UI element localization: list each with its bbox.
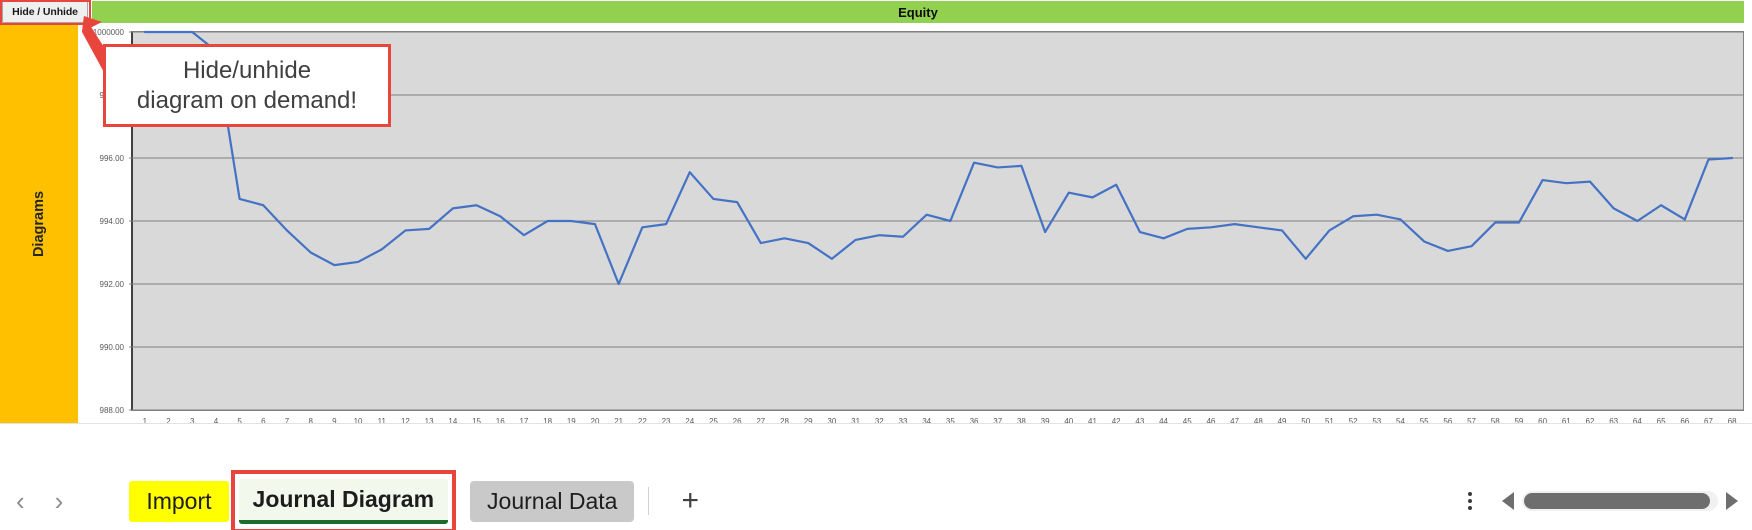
diagrams-sidebar-label: Diagrams — [31, 190, 47, 258]
prev-sheet-icon[interactable]: ‹ — [16, 488, 25, 514]
sheet-nav-arrows: ‹ › — [16, 488, 63, 514]
y-axis-tick-label: 988.00 — [100, 406, 125, 415]
scroll-left-icon[interactable] — [1502, 492, 1514, 510]
add-sheet-button[interactable]: + — [673, 486, 707, 516]
y-axis-tick-label: 996.00 — [100, 154, 125, 163]
chart-title-bar: Equity — [92, 1, 1744, 23]
sheet-tabs: Import Journal Diagram Journal Data + — [129, 469, 707, 530]
tab-divider — [648, 487, 650, 515]
y-axis-tick-label: 990.00 — [100, 343, 125, 352]
sheet-tab-journal-diagram[interactable]: Journal Diagram — [238, 478, 449, 524]
y-axis-tick-label: 992.00 — [100, 280, 125, 289]
callout-line-1: Hide/unhide — [182, 57, 312, 85]
sheet-tab-bar: ‹ › Import Journal Diagram Journal Data … — [0, 423, 1752, 530]
horizontal-scrollbar[interactable] — [1502, 491, 1738, 511]
callout-line-2: diagram on demand! — [136, 86, 358, 114]
tabbar-right-controls — [1460, 486, 1738, 516]
excel-diagram-window: Hide / Unhide Equity Diagrams 1000000998… — [0, 0, 1752, 530]
sheet-tab-import[interactable]: Import — [129, 480, 229, 522]
scrollbar-track[interactable] — [1522, 491, 1718, 511]
next-sheet-icon[interactable]: › — [55, 488, 64, 514]
active-tab-wrapper: Journal Diagram — [230, 469, 457, 530]
diagrams-sidebar[interactable]: Diagrams — [0, 25, 78, 423]
scrollbar-thumb[interactable] — [1524, 493, 1710, 509]
top-strip: Hide / Unhide Equity — [0, 0, 1752, 25]
hide-unhide-button[interactable]: Hide / Unhide — [2, 1, 88, 23]
sheet-tab-journal-data[interactable]: Journal Data — [470, 480, 635, 522]
more-options-icon[interactable] — [1460, 486, 1480, 516]
y-axis-tick-label: 994.00 — [100, 217, 125, 226]
callout-box: Hide/unhide diagram on demand! — [103, 44, 391, 127]
scroll-right-icon[interactable] — [1726, 492, 1738, 510]
